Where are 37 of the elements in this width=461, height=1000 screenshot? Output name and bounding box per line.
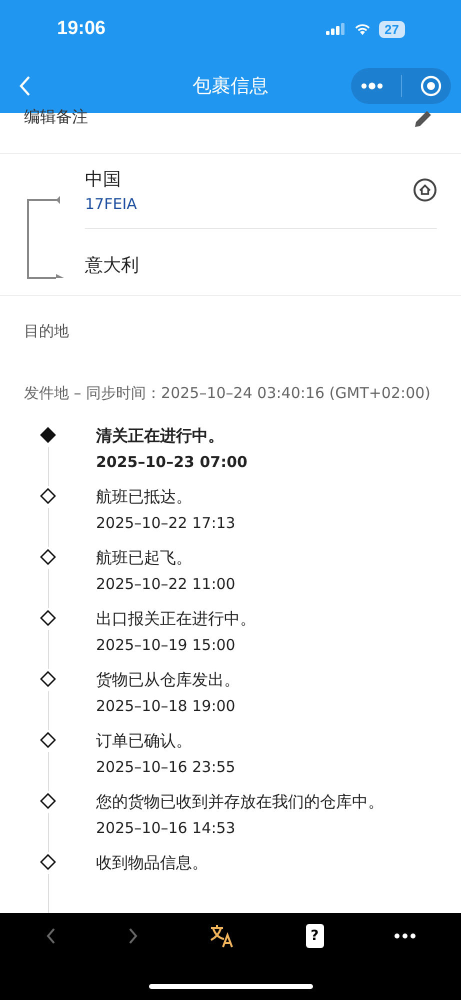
destination-country: 意大利 <box>85 254 140 277</box>
wifi-icon <box>354 23 371 35</box>
event-time: 2025–10–22 17:13 <box>96 513 236 534</box>
event-time: 2025–10–19 15:00 <box>96 635 236 656</box>
event-description: 航班已起飞。 <box>96 547 193 569</box>
help-button[interactable]: ? <box>306 924 324 948</box>
destination-label: 目的地 <box>23 321 70 341</box>
event-time: 2025–10–18 19:00 <box>96 696 236 717</box>
event-description: 收到物品信息。 <box>96 852 208 874</box>
mini-program-capsule[interactable] <box>351 68 451 104</box>
event-description: 清关正在进行中。 <box>96 425 225 447</box>
more-icon[interactable] <box>394 933 416 939</box>
back-icon[interactable] <box>18 74 32 96</box>
forward-icon[interactable] <box>127 927 140 945</box>
signal-icon <box>326 23 346 35</box>
sync-time-text: 发件地 – 同步时间：2025–10–24 03:40:16 (GMT+02:00) <box>23 383 432 404</box>
back-icon[interactable] <box>45 927 58 945</box>
status-time: 19:06 <box>57 18 106 40</box>
event-time: 2025–10–22 11:00 <box>96 574 236 595</box>
origin-country: 中国 <box>85 168 122 190</box>
pencil-icon[interactable] <box>413 109 433 129</box>
home-icon[interactable] <box>413 178 437 202</box>
event-description: 航班已抵达。 <box>96 486 193 508</box>
event-description: 货物已从仓库发出。 <box>96 669 240 691</box>
event-time: 2025–10–16 23:55 <box>96 757 236 778</box>
close-target-icon[interactable] <box>420 74 442 96</box>
battery-indicator: 27 <box>378 20 405 38</box>
translate-icon[interactable] <box>209 924 236 948</box>
edit-note-label[interactable]: 编辑备注 <box>24 107 88 128</box>
event-time: 2025–10–16 14:53 <box>96 818 236 839</box>
event-description: 您的货物已收到并存放在我们的仓库中。 <box>96 791 384 813</box>
route-arrow-icon <box>26 196 66 282</box>
event-description: 订单已确认。 <box>96 730 193 752</box>
page-title: 包裹信息 <box>192 74 270 98</box>
carrier-name[interactable]: 17FEIA <box>85 194 137 212</box>
event-description: 出口报关正在进行中。 <box>96 608 256 630</box>
event-time: 2025–10–23 07:00 <box>96 452 248 473</box>
